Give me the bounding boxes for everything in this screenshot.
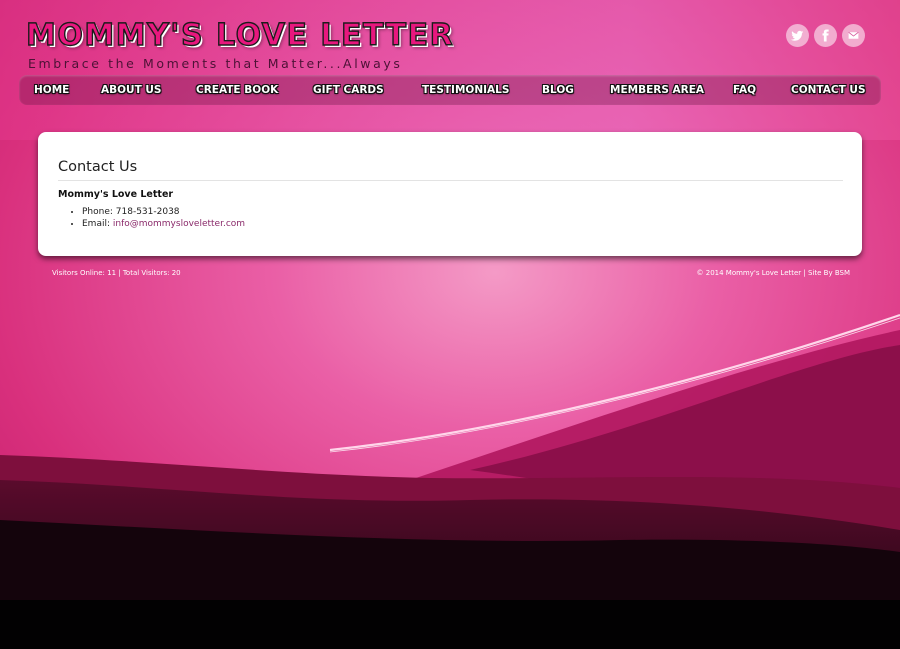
twitter-button[interactable]: [786, 24, 809, 47]
contact-list: Phone: 718-531-2038 Email: info@mommyslo…: [82, 207, 245, 231]
content-panel: Contact Us Mommy's Love Letter Phone: 71…: [38, 132, 862, 256]
heading-divider: [58, 180, 843, 181]
nav-item-members-area[interactable]: MEMBERS AREA: [610, 84, 704, 96]
envelope-icon: [848, 31, 859, 39]
nav-item-faq[interactable]: FAQ: [733, 84, 756, 96]
nav-item-home[interactable]: HOME: [34, 84, 69, 96]
facebook-button[interactable]: [814, 24, 837, 47]
email-label: Email:: [82, 219, 113, 229]
email-button[interactable]: [842, 24, 865, 47]
site-logo-title[interactable]: MOMMY'S LOVE LETTER: [25, 17, 454, 53]
facebook-icon: [822, 29, 829, 42]
visitor-counter: Visitors Online: 11 | Total Visitors: 20: [52, 269, 181, 277]
twitter-icon: [791, 30, 804, 41]
copyright-text: © 2014 Mommy's Love Letter | Site By BSM: [696, 269, 850, 277]
page-title: Contact Us: [58, 159, 138, 175]
nav-item-blog[interactable]: BLOG: [542, 84, 574, 96]
nav-item-gift-cards[interactable]: GIFT CARDS: [313, 84, 384, 96]
nav-item-testimonials[interactable]: TESTIMONIALS: [422, 84, 509, 96]
business-name: Mommy's Love Letter: [58, 189, 174, 200]
nav-item-create-book[interactable]: CREATE BOOK: [196, 84, 278, 96]
site-tagline: Embrace the Moments that Matter...Always: [28, 56, 403, 71]
nav-item-contact-us[interactable]: CONTACT US: [791, 84, 866, 96]
main-nav: HOME ABOUT US CREATE BOOK GIFT CARDS TES…: [19, 75, 881, 105]
nav-item-about-us[interactable]: ABOUT US: [101, 84, 162, 96]
phone-item: Phone: 718-531-2038: [82, 207, 245, 218]
email-item: Email: info@mommysloveletter.com: [82, 219, 245, 230]
email-link[interactable]: info@mommysloveletter.com: [113, 219, 245, 229]
